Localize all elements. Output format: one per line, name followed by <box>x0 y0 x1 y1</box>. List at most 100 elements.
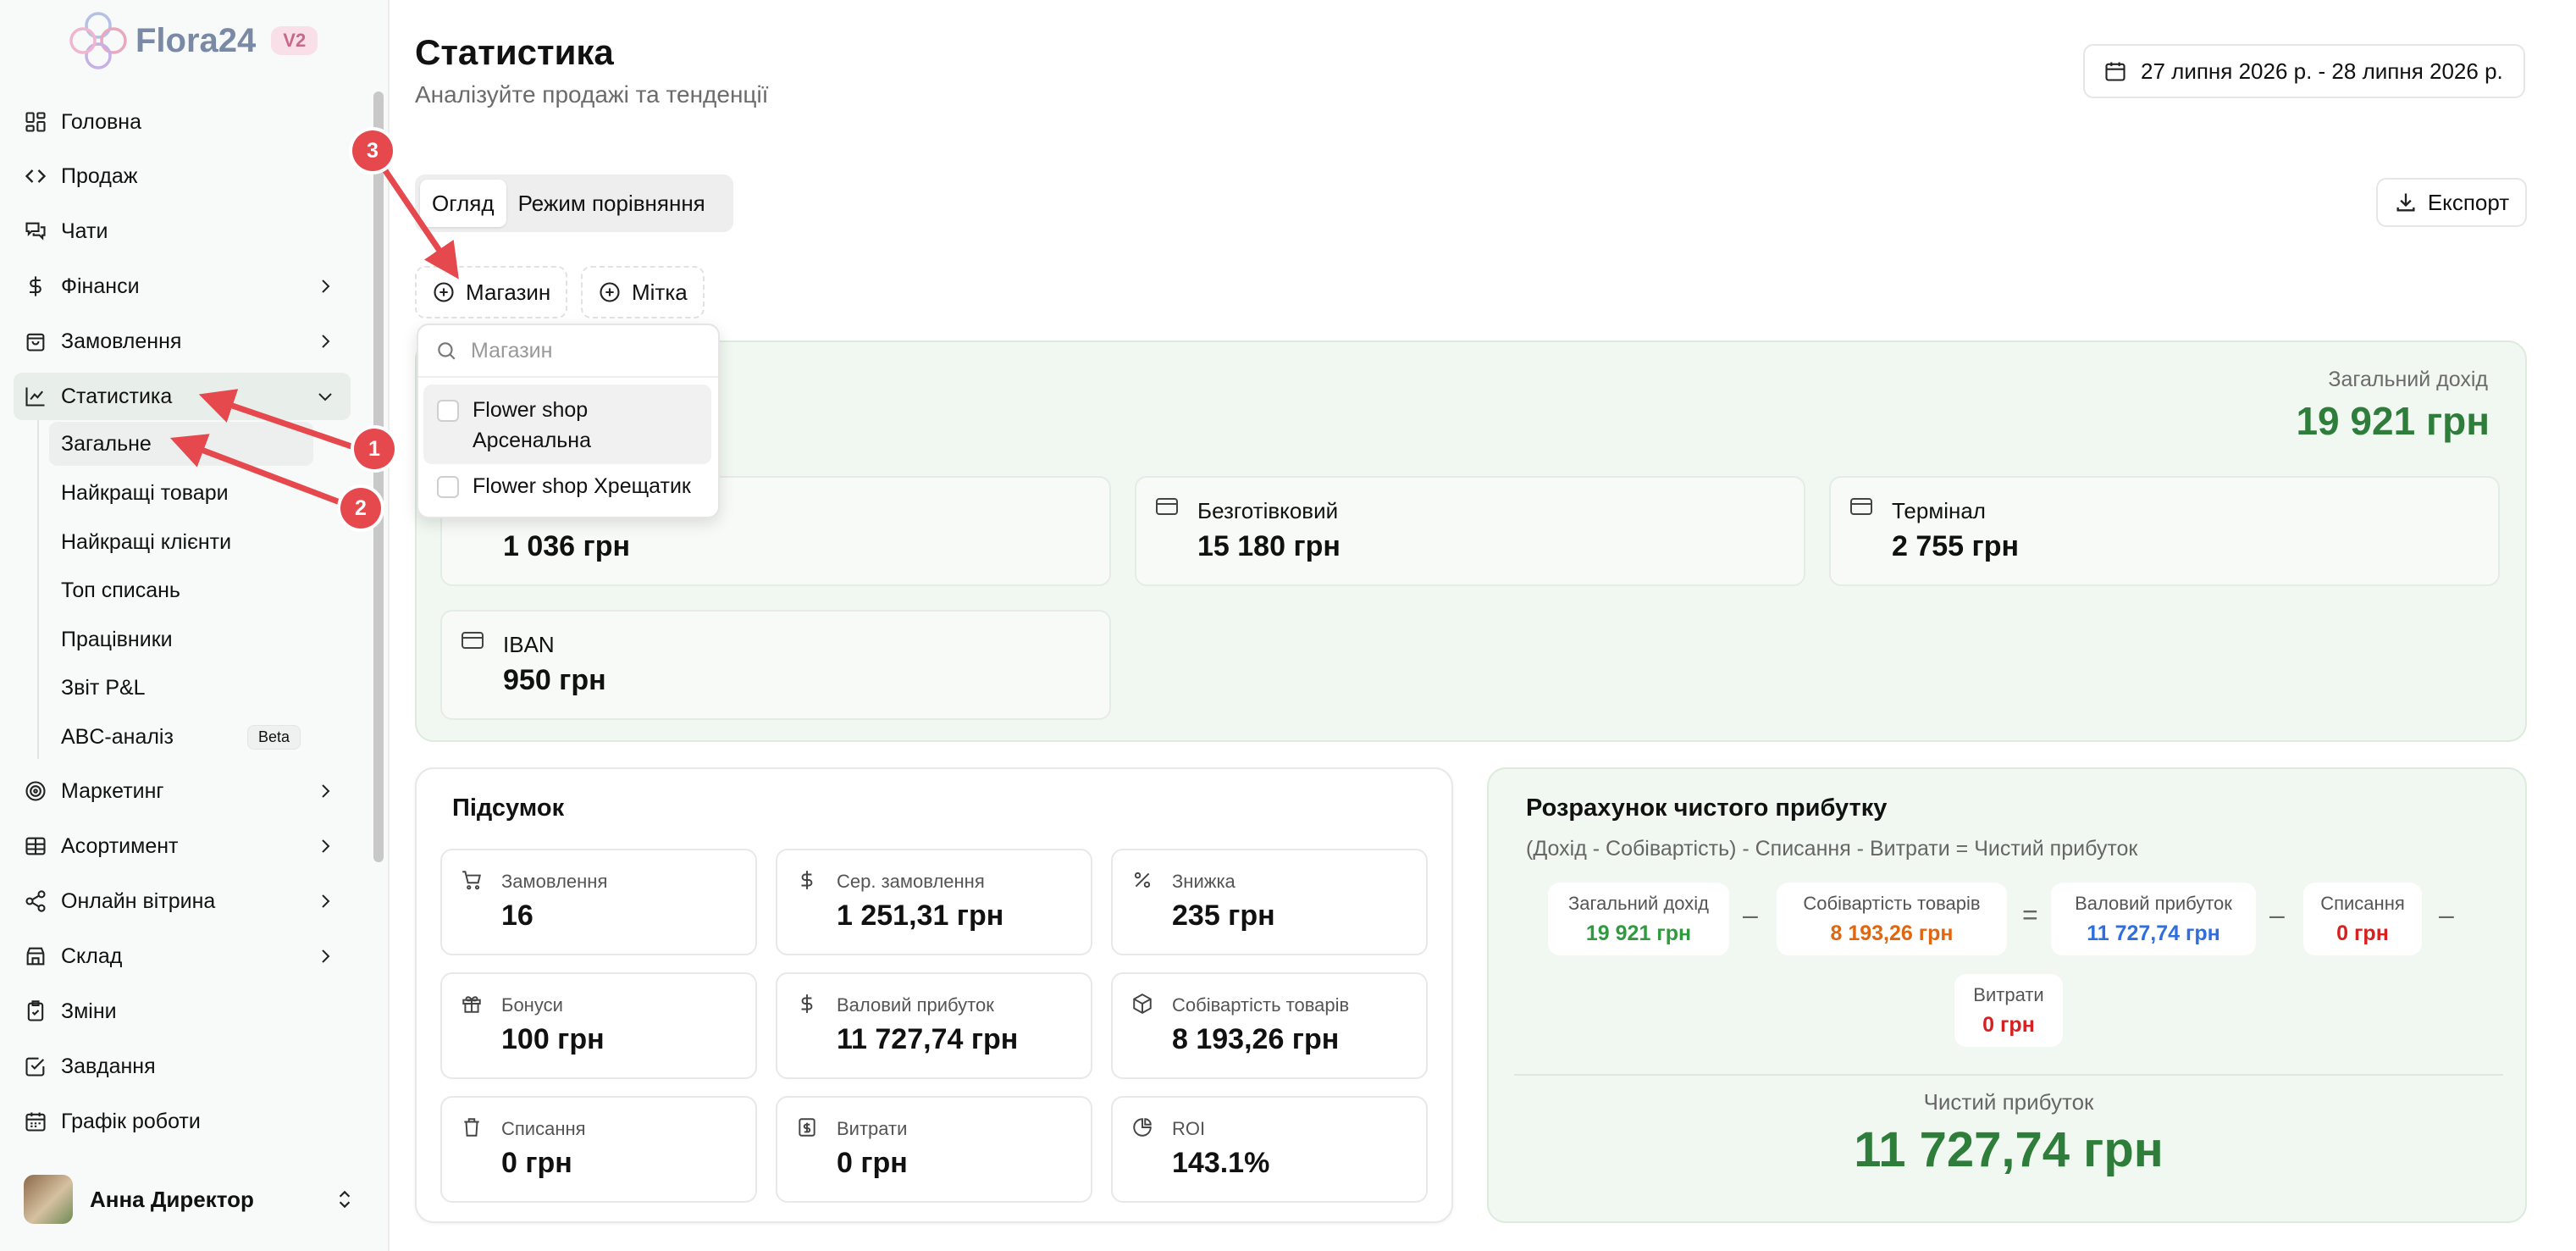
dollar-icon <box>801 871 813 889</box>
export-button[interactable]: Експорт <box>2376 178 2527 227</box>
logo[interactable]: Flora24 V2 <box>66 8 318 73</box>
stat-label: Витрати <box>837 1118 908 1139</box>
stat-value: 235 грн <box>1172 900 1275 932</box>
stat-value: 143.1% <box>1172 1147 1270 1179</box>
clipboard-check-icon <box>27 1000 44 1021</box>
chevron-right-icon <box>322 839 330 853</box>
payment-value: 950 грн <box>503 664 606 696</box>
sidebar-subitem-label: ABC-аналіз <box>61 724 174 749</box>
code-icon <box>25 169 47 183</box>
stat-cost-of-goods: Собівартість товарів 8 193,26 грн <box>1111 972 1428 1079</box>
sidebar-item-assortment[interactable]: Асортимент <box>14 822 351 870</box>
user-name: Анна Директор <box>90 1186 254 1212</box>
sidebar-subitem-top-writeoffs[interactable]: Топ списань <box>49 568 313 612</box>
term-value: 11 727,74 грн <box>2087 922 2220 945</box>
sidebar-item-chats[interactable]: Чати <box>14 208 351 255</box>
stat-value: 100 грн <box>501 1023 605 1055</box>
net-profit-card: Розрахунок чистого прибутку (Дохід - Соб… <box>1487 767 2527 1223</box>
term-gross-profit: Валовий прибуток 11 727,74 грн <box>2051 883 2256 955</box>
sidebar-item-label: Продаж <box>61 163 138 188</box>
term-value: 8 193,26 грн <box>1830 922 1954 945</box>
store-search-input[interactable] <box>471 338 683 363</box>
date-range-picker[interactable]: 27 липня 2026 р. - 28 липня 2026 р. <box>2083 44 2525 98</box>
sidebar-item-orders[interactable]: Замовлення <box>14 318 351 365</box>
checkbox-icon <box>25 1057 45 1077</box>
pie-icon <box>1133 1118 1152 1137</box>
sidebar-item-shifts[interactable]: Зміни <box>14 988 351 1035</box>
tag-filter-button[interactable]: Мітка <box>581 266 705 318</box>
version-badge: V2 <box>271 26 318 55</box>
term-label: Витрати <box>1973 984 2044 1005</box>
sidebar-scrollbar[interactable] <box>373 91 384 862</box>
sidebar-subitem-top-clients[interactable]: Найкращі клієнти <box>49 520 313 564</box>
income-panel: Загальний дохід 19 921 грн 1 036 грн Без… <box>415 340 2527 742</box>
sidebar-item-sales[interactable]: Продаж <box>14 152 351 200</box>
stat-label: Знижка <box>1172 871 1235 892</box>
term-label: Валовий прибуток <box>2075 893 2232 914</box>
summary-card: Підсумок Замовлення 16 Сер. замовлення 1… <box>415 767 1453 1223</box>
share-icon <box>25 890 46 912</box>
user-menu[interactable]: Анна Директор <box>24 1174 362 1225</box>
stat-label: Бонуси <box>501 994 563 1016</box>
sidebar-subitem-label: Загальне <box>61 431 152 456</box>
submenu-line <box>37 420 39 759</box>
sidebar-item-label: Онлайн вітрина <box>61 888 216 913</box>
chevron-up-down-icon <box>339 1190 351 1209</box>
stat-label: Собівартість товарів <box>1172 994 1350 1016</box>
sidebar-item-home[interactable]: Головна <box>14 98 351 146</box>
store-filter-label: Магазин <box>466 279 551 305</box>
sidebar-subitem-employees[interactable]: Працівники <box>49 617 313 661</box>
sidebar-item-marketing[interactable]: Маркетинг <box>14 767 351 815</box>
sidebar-item-tasks[interactable]: Завдання <box>14 1043 351 1090</box>
stat-label: Замовлення <box>501 871 608 892</box>
sidebar-item-label: Фінанси <box>61 274 140 298</box>
operator: = <box>2022 900 2038 930</box>
sidebar-item-label: Маркетинг <box>61 778 164 803</box>
chevron-down-icon <box>318 393 332 401</box>
box-icon <box>1133 994 1152 1014</box>
sidebar-item-storefront[interactable]: Онлайн вітрина <box>14 877 351 925</box>
dollar-icon <box>801 994 813 1013</box>
store-icon <box>26 947 45 966</box>
checkbox[interactable] <box>437 476 459 498</box>
store-option[interactable]: Flower shop Хрещатик <box>423 461 711 510</box>
calendar-icon <box>2105 62 2125 81</box>
payment-label: Безготівковий <box>1197 498 1339 523</box>
summary-title: Підсумок <box>452 794 565 822</box>
sidebar-item-label: Головна <box>61 109 141 134</box>
sidebar-subitem-top-products[interactable]: Найкращі товари <box>49 471 313 515</box>
sidebar-subitem-abc[interactable]: ABC-аналіз Beta <box>49 715 313 759</box>
payment-method-terminal: Термінал 2 755 грн <box>1829 476 2500 586</box>
stat-value: 8 193,26 грн <box>1172 1023 1340 1055</box>
store-option[interactable]: Flower shop Арсенальна <box>423 385 711 464</box>
divider <box>1514 1074 2503 1076</box>
sidebar: Flora24 V2 Головна Продаж Чати Фінанси З… <box>0 0 390 1251</box>
sidebar-subitem-label: Найкращі клієнти <box>61 529 232 554</box>
sidebar-item-schedule[interactable]: Графік роботи <box>14 1098 351 1145</box>
chevron-right-icon <box>322 280 330 293</box>
tab-overview[interactable]: Огляд <box>420 180 506 227</box>
shopping-bag-icon <box>26 333 45 351</box>
trash-icon <box>464 1118 479 1137</box>
stat-orders: Замовлення 16 <box>440 849 757 955</box>
export-label: Експорт <box>2427 189 2510 215</box>
term-expenses: Витрати 0 грн <box>1954 974 2063 1047</box>
stat-roi: ROI 143.1% <box>1111 1096 1428 1203</box>
checkbox[interactable] <box>437 400 459 422</box>
sidebar-subitem-pnl[interactable]: Звіт P&L <box>49 666 313 710</box>
app-name: Flora24 <box>135 21 257 59</box>
calendar-icon <box>25 1112 46 1132</box>
sidebar-item-label: Склад <box>61 944 123 968</box>
plus-circle-icon <box>600 282 620 302</box>
sidebar-item-statistics[interactable]: Статистика <box>14 373 351 420</box>
sidebar-item-warehouse[interactable]: Склад <box>14 933 351 980</box>
sidebar-item-finance[interactable]: Фінанси <box>14 263 351 310</box>
term-value: 19 921 грн <box>1585 922 1692 945</box>
tab-comparison[interactable]: Режим порівняння <box>506 180 717 227</box>
store-filter-button[interactable]: Магазин <box>415 266 568 318</box>
percent-icon <box>1134 872 1151 888</box>
receipt-icon <box>799 1118 815 1137</box>
sidebar-subitem-general[interactable]: Загальне <box>49 422 313 466</box>
payment-method-cashless: Безготівковий 15 180 грн <box>1135 476 1805 586</box>
term-label: Собівартість товарів <box>1803 893 1981 914</box>
